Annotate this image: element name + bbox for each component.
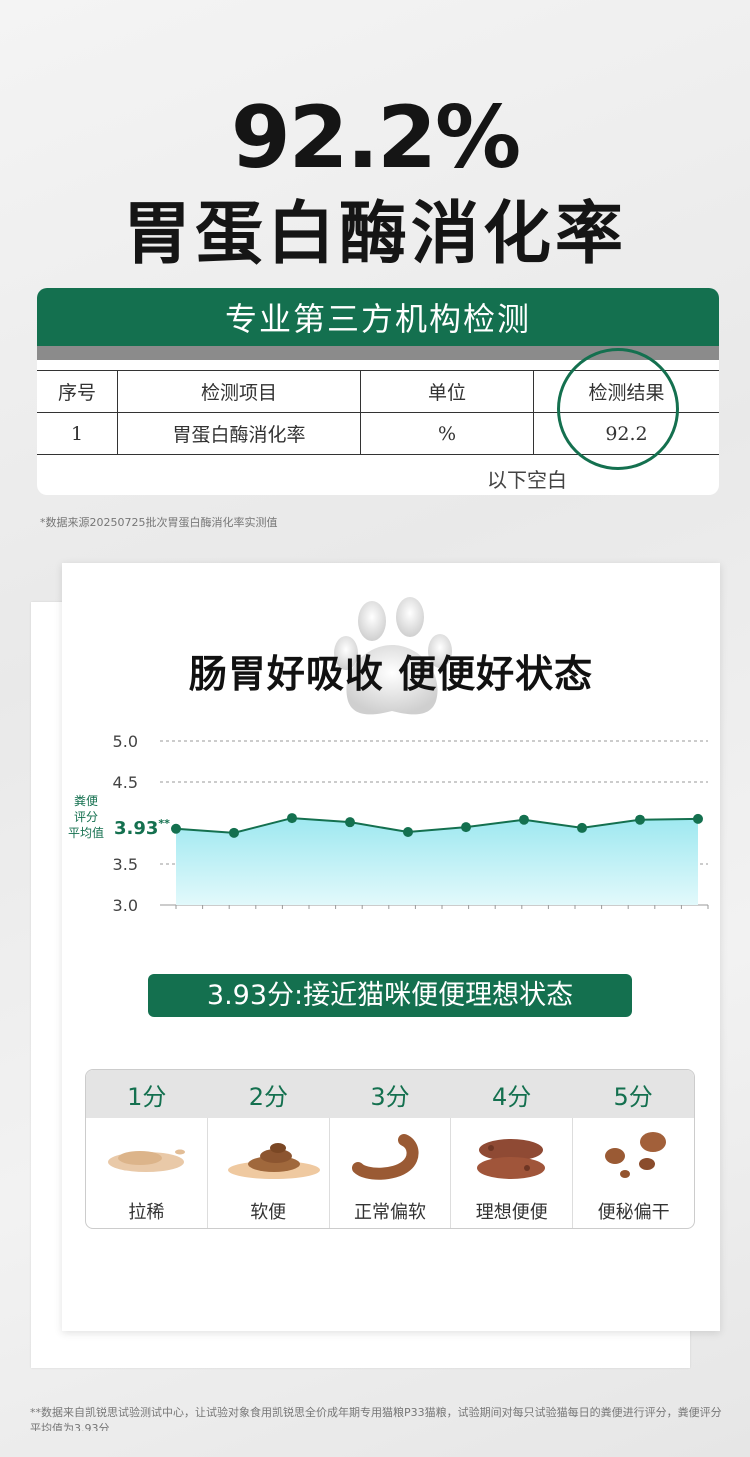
data-point: [287, 813, 297, 824]
y-tick-label: 3.0: [113, 896, 138, 915]
data-point: [693, 813, 703, 824]
score-desc: 正常偏软: [353, 1202, 426, 1223]
ideal-stool-icon: [477, 1139, 546, 1179]
y-tick-label: 5.0: [113, 732, 138, 751]
table-cell: 胃蛋白酶消化率: [117, 413, 360, 454]
source-footnote: *数据来源20250725批次胃蛋白酶消化率实测值: [40, 516, 278, 529]
score-label: 5分: [613, 1083, 653, 1111]
avg-label-line: 粪便: [74, 794, 98, 808]
avg-value: 3.93**: [114, 817, 170, 839]
avg-label-line: 评分: [74, 810, 98, 824]
score-column: 便秘偏干: [572, 1118, 694, 1228]
result-card: 肠胃好吸收 便便好状态 5.0 4.5 3.5 3.0 粪便 评分 平均值 3.93*…: [62, 563, 720, 1331]
data-point: [461, 822, 471, 833]
avg-label-line: 平均值: [68, 825, 104, 840]
score-body-row: 拉稀 软便 正常偏软 理想便便 便秘偏干: [86, 1118, 694, 1228]
headline-number: 92.2%: [230, 88, 521, 188]
data-point: [635, 814, 645, 825]
method-footnote: **数据来自凯锐思试验测试中心，让试验对象食用凯锐思全价成年期专用猫粮P33猫粮…: [30, 1406, 722, 1431]
score-label: 2分: [248, 1083, 289, 1111]
data-point: [229, 827, 239, 838]
stool-score-chart: 5.0 4.5 3.5 3.0 粪便 评分 平均值 3.93**: [68, 732, 709, 915]
loose-stool-icon: [108, 1149, 185, 1172]
data-point: [403, 827, 413, 838]
score-header-row: 1分 2分 3分 4分 5分: [86, 1070, 694, 1118]
score-desc: 便秘偏干: [597, 1202, 670, 1223]
score-desc: 理想便便: [475, 1202, 548, 1223]
table-cell: %: [360, 413, 533, 454]
y-tick-label: 3.5: [113, 855, 138, 874]
table-cell: 1: [70, 422, 84, 445]
data-point: [345, 817, 355, 828]
score-column: 软便: [206, 1118, 329, 1228]
highlight-circle: [557, 348, 679, 470]
table-header-cell: 检测项目: [117, 371, 360, 412]
report-card: 专业第三方机构检测 序号 检测项目 单位 检测结果 1 胃蛋白酶消化率 % 92…: [37, 288, 719, 495]
score-label: 4分: [491, 1083, 532, 1111]
score-desc: 拉稀: [128, 1202, 165, 1223]
table-header-cell: 单位: [360, 371, 533, 412]
data-point: [577, 822, 587, 833]
score-label: 3分: [370, 1083, 410, 1111]
score-column: 正常偏软: [328, 1118, 451, 1228]
data-point: [171, 823, 181, 834]
data-point: [519, 814, 529, 825]
dry-stool-icon: [605, 1132, 667, 1178]
summary-pill: 3.93分:接近猫咪便便理想状态: [148, 974, 632, 1017]
card-title: 肠胃好吸收 便便好状态: [188, 652, 594, 696]
score-label: 1分: [127, 1083, 167, 1111]
area-fill: [176, 818, 698, 905]
score-column: 拉稀: [86, 1118, 207, 1228]
headline-subtitle: 胃蛋白酶消化率: [122, 195, 627, 274]
normal-soft-stool-icon: [351, 1134, 419, 1180]
y-tick-label: 4.5: [113, 773, 138, 792]
blank-note: 以下空白: [487, 468, 567, 492]
table-header-cell: 序号: [57, 382, 96, 404]
report-header: 专业第三方机构检测: [37, 288, 719, 346]
score-table: 1分 2分 3分 4分 5分 拉稀 软便 正常偏软 理想便便 便秘偏干: [85, 1069, 695, 1229]
score-column: 理想便便: [450, 1118, 572, 1228]
soft-stool-icon: [227, 1143, 320, 1179]
score-desc: 软便: [250, 1202, 287, 1223]
